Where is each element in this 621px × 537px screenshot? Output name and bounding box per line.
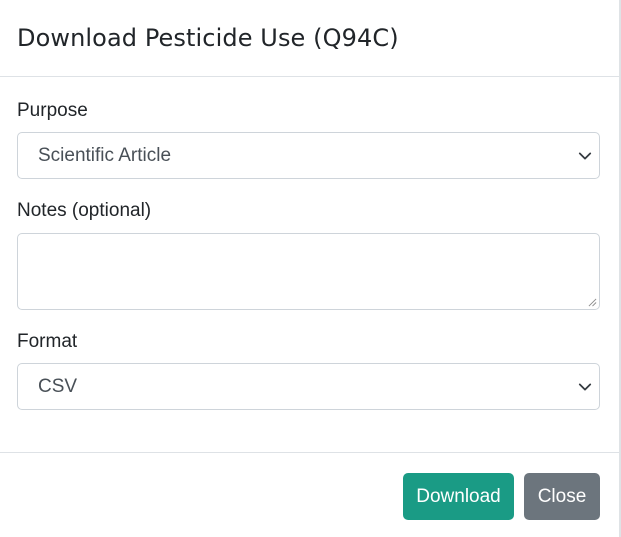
format-select[interactable]: CSV [17, 363, 600, 410]
chevron-down-icon [578, 152, 592, 160]
chevron-down-icon [578, 383, 592, 391]
purpose-label: Purpose [17, 100, 88, 121]
modal-body: Purpose Scientific Article Notes (option… [0, 99, 619, 410]
modal-title: Download Pesticide Use (Q94C) [17, 24, 399, 52]
modal-header: Download Pesticide Use (Q94C) [0, 0, 619, 77]
format-select-value: CSV [38, 376, 78, 397]
notes-textarea[interactable] [17, 233, 600, 310]
notes-label: Notes (optional) [17, 200, 152, 221]
download-modal: Download Pesticide Use (Q94C) Purpose Sc… [0, 0, 619, 537]
purpose-select[interactable]: Scientific Article [17, 132, 600, 179]
format-label: Format [17, 331, 78, 352]
purpose-select-value: Scientific Article [38, 145, 172, 166]
close-button[interactable]: Close [524, 473, 600, 520]
modal-footer: Download Close [0, 452, 619, 537]
download-button[interactable]: Download [403, 473, 514, 520]
resize-handle-icon[interactable] [588, 298, 597, 307]
